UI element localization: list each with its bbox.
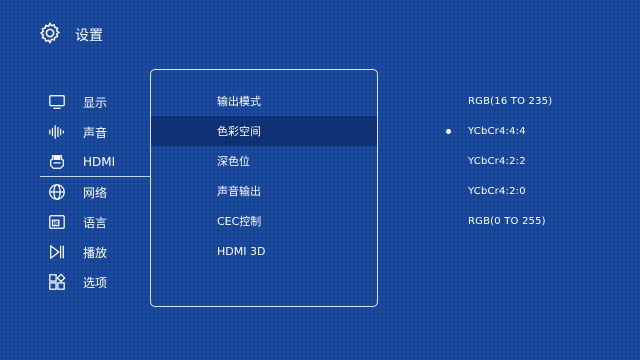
menu-item-color-space[interactable]: 色彩空间 xyxy=(151,116,377,146)
sidebar-item-playback[interactable]: 播放 xyxy=(0,237,150,267)
option-ycbcr444[interactable]: YCbCr4:4:4 xyxy=(440,116,620,146)
option-label: YCbCr4:2:0 xyxy=(468,185,526,197)
color-space-options: RGB(16 TO 235) YCbCr4:4:4 YCbCr4:2:2 YCb… xyxy=(440,86,620,236)
option-ycbcr422[interactable]: YCbCr4:2:2 xyxy=(440,146,620,176)
option-rgb-full[interactable]: RGB(0 TO 255) xyxy=(440,206,620,236)
sidebar-item-label: HDMI xyxy=(83,155,116,169)
menu-item-color-depth[interactable]: 深色位 xyxy=(151,146,377,176)
sound-icon xyxy=(47,122,67,142)
menu-item-label: 色彩空间 xyxy=(217,125,261,138)
menu-item-audio-output[interactable]: 声音输出 xyxy=(151,176,377,206)
sidebar-item-display[interactable]: 显示 xyxy=(0,87,150,117)
menu-item-label: HDMI 3D xyxy=(217,244,266,258)
sidebar-item-options[interactable]: 选项 xyxy=(0,267,150,297)
globe-icon xyxy=(47,182,67,202)
menu-item-hdmi-3d[interactable]: HDMI 3D xyxy=(151,236,377,266)
option-rgb-limited[interactable]: RGB(16 TO 235) xyxy=(440,86,620,116)
hdmi-icon xyxy=(47,152,67,172)
sidebar: 显示 声音 HDMI 网络 En 语言 播放 选项 xyxy=(0,87,150,297)
sidebar-item-language[interactable]: En 语言 xyxy=(0,207,150,237)
option-label: RGB(16 TO 235) xyxy=(468,95,553,107)
play-pause-icon xyxy=(47,242,67,262)
menu-item-label: 深色位 xyxy=(217,155,250,168)
sidebar-item-sound[interactable]: 声音 xyxy=(0,117,150,147)
language-icon: En xyxy=(47,212,67,232)
sidebar-item-hdmi[interactable]: HDMI xyxy=(0,147,150,177)
selected-dot-icon xyxy=(446,128,451,134)
menu-item-cec-control[interactable]: CEC控制 xyxy=(151,206,377,236)
menu-item-label: CEC控制 xyxy=(217,215,262,228)
gear-icon xyxy=(38,21,62,49)
sidebar-item-label: 声音 xyxy=(83,125,108,140)
sidebar-item-network[interactable]: 网络 xyxy=(0,177,150,207)
sidebar-item-label: 选项 xyxy=(83,275,108,290)
hdmi-settings-panel: 输出模式 色彩空间 深色位 声音输出 CEC控制 HDMI 3D xyxy=(150,69,378,307)
menu-item-output-mode[interactable]: 输出模式 xyxy=(151,86,377,116)
sidebar-item-label: 网络 xyxy=(83,185,108,200)
settings-header: 设置 xyxy=(38,22,103,48)
option-label: YCbCr4:2:2 xyxy=(468,155,526,167)
sidebar-item-label: 显示 xyxy=(83,95,108,110)
sidebar-item-label: 播放 xyxy=(83,245,108,260)
menu-item-label: 声音输出 xyxy=(217,185,261,198)
options-icon xyxy=(47,272,67,292)
monitor-icon xyxy=(47,92,67,112)
sidebar-item-label: 语言 xyxy=(83,215,108,230)
option-ycbcr420[interactable]: YCbCr4:2:0 xyxy=(440,176,620,206)
page-title: 设置 xyxy=(75,28,103,44)
option-label: YCbCr4:4:4 xyxy=(468,125,526,137)
menu-item-label: 输出模式 xyxy=(217,95,261,108)
option-label: RGB(0 TO 255) xyxy=(468,215,546,227)
svg-text:En: En xyxy=(54,221,60,227)
